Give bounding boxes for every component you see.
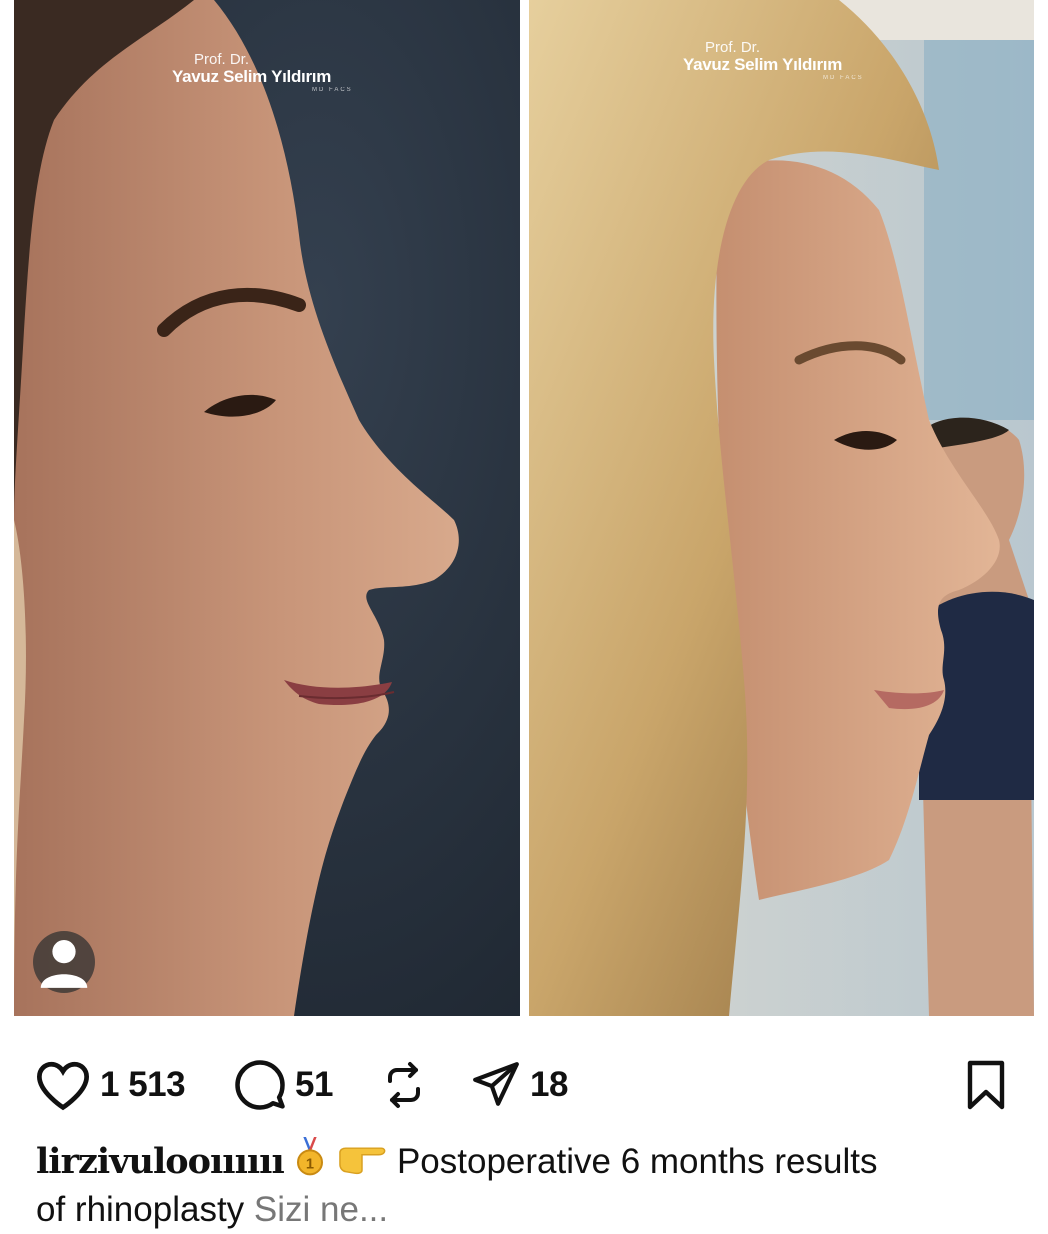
- comment-icon: [233, 1058, 287, 1112]
- heart-icon: [34, 1059, 92, 1111]
- like-count: 1 513: [100, 1065, 186, 1104]
- before-photo: Prof. Dr. Yavuz Selim Yıldırım MD FACS: [14, 0, 520, 1016]
- watermark-prefix: Prof. Dr.: [194, 51, 250, 68]
- caption-text-line2: of rhinoplasty: [36, 1190, 245, 1229]
- caption-text: Postoperative 6 months results: [396, 1141, 878, 1181]
- repost-icon: [380, 1060, 428, 1110]
- svg-text:1: 1: [306, 1156, 314, 1172]
- after-face-illustration: [529, 0, 1034, 1016]
- medal-icon: 1: [293, 1137, 327, 1190]
- before-face-illustration: [14, 0, 520, 1016]
- comment-button[interactable]: 51: [233, 1050, 333, 1120]
- watermark-credentials: MD FACS: [312, 87, 353, 93]
- repost-button[interactable]: [380, 1050, 428, 1120]
- watermark-name: Yavuz Selim Yıldırım: [172, 67, 332, 86]
- post-photo-collage[interactable]: Prof. Dr. Yavuz Selim Yıldırım MD FACS P…: [0, 0, 1048, 1025]
- caption-more-link[interactable]: Sizi ne...: [254, 1190, 388, 1229]
- watermark-before: Prof. Dr. Yavuz Selim Yıldırım MD FACS: [172, 52, 353, 93]
- bookmark-icon: [962, 1059, 1010, 1111]
- caption-username[interactable]: lirzivulooıııııı: [36, 1141, 285, 1182]
- pointing-hand-icon: [337, 1139, 387, 1188]
- post-caption: lirzivulooıııııı 1 Postoperative 6 month…: [36, 1137, 877, 1190]
- like-button[interactable]: 1 513: [34, 1050, 186, 1120]
- comment-count: 51: [295, 1065, 333, 1104]
- watermark-prefix: Prof. Dr.: [705, 39, 761, 56]
- share-count: 18: [530, 1065, 568, 1104]
- tag-people-button[interactable]: [33, 931, 95, 993]
- watermark-after: Prof. Dr. Yavuz Selim Yıldırım MD FACS: [683, 40, 864, 81]
- watermark-name: Yavuz Selim Yıldırım: [683, 55, 843, 74]
- post-action-bar: 1 513 51 18: [0, 1050, 1048, 1120]
- share-button[interactable]: 18: [470, 1050, 568, 1120]
- watermark-credentials: MD FACS: [823, 75, 864, 81]
- save-button[interactable]: [962, 1050, 1010, 1120]
- post-caption-line2: of rhinoplasty Sizi ne...: [36, 1186, 388, 1234]
- after-photo: Prof. Dr. Yavuz Selim Yıldırım MD FACS: [529, 0, 1034, 1016]
- send-icon: [470, 1060, 522, 1110]
